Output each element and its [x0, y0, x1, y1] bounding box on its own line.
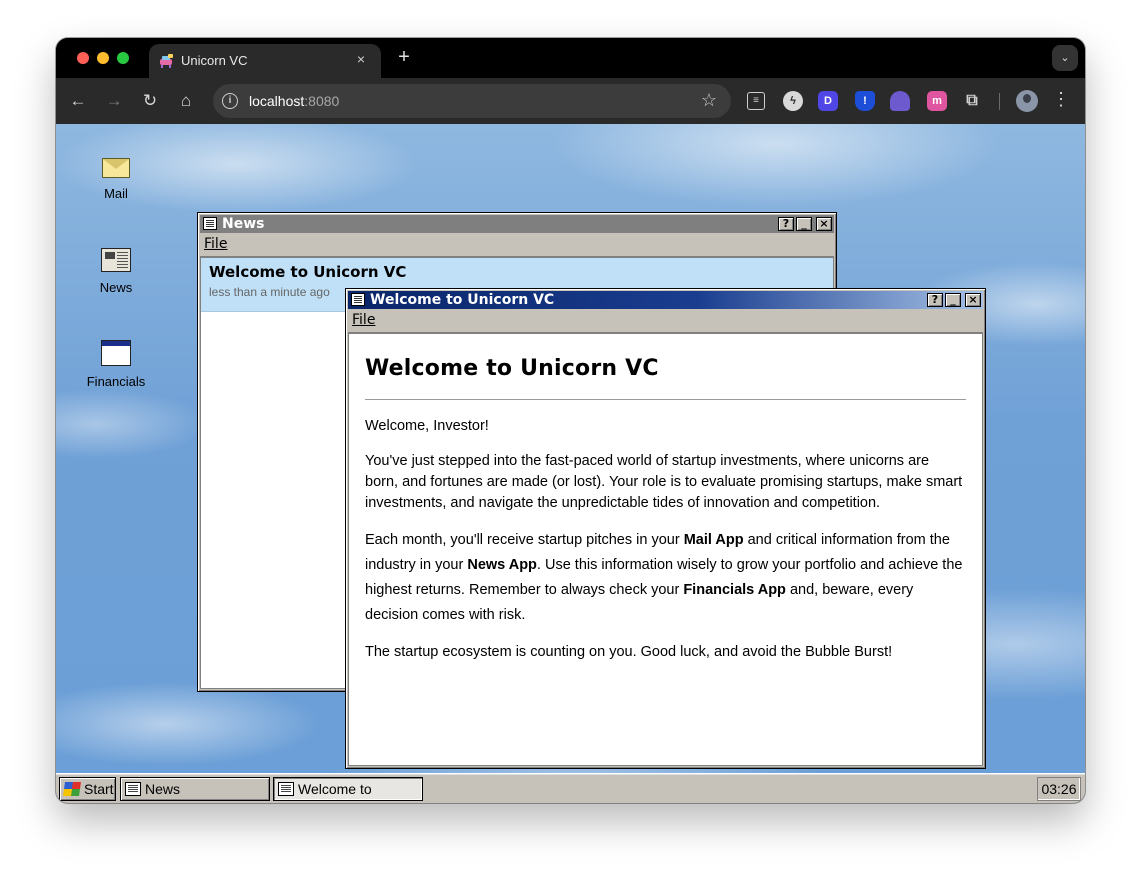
tab-title: Unicorn VC	[181, 53, 248, 68]
shield-extension-icon[interactable]: !	[855, 91, 875, 111]
minimize-button[interactable]: _	[945, 293, 961, 307]
news-app-mention: News App	[467, 557, 537, 573]
help-button[interactable]: ?	[778, 217, 794, 231]
desktop-icon-mail[interactable]: Mail	[76, 152, 156, 201]
toolbar-divider	[999, 93, 1000, 110]
reload-icon[interactable]: ↻	[139, 90, 161, 112]
desktop-icon-financials[interactable]: Financials	[76, 340, 156, 389]
article-body: Welcome to Unicorn VC Welcome, Investor!…	[348, 333, 983, 766]
menu-file-accel: F	[352, 312, 360, 328]
closing-paragraph: The startup ecosystem is counting on you…	[365, 644, 893, 660]
profile-avatar[interactable]	[1016, 90, 1038, 112]
taskbar-item-welcome[interactable]: Welcome to Unicor...	[273, 777, 423, 801]
close-window-button[interactable]	[77, 52, 89, 64]
newspaper-icon	[101, 248, 131, 272]
new-tab-button[interactable]: +	[392, 46, 416, 70]
document-icon	[351, 293, 365, 306]
news-item-title: Welcome to Unicorn VC	[209, 263, 407, 281]
welcome-window-titlebar[interactable]: Welcome to Unicorn VC ? _ ×	[348, 291, 983, 309]
browser-toolbar: ← → ↻ ⌂ i localhost:8080 ☆ ≡ ϟ D ! m ⧉ ⋮	[56, 78, 1085, 124]
menu-file-rest: ile	[359, 312, 376, 328]
tab-close-icon[interactable]: ×	[353, 51, 369, 69]
system-clock: 03:26	[1037, 777, 1081, 801]
desktop-icon-label: Mail	[104, 186, 128, 201]
extensions-puzzle-icon[interactable]: ⧉	[962, 91, 982, 111]
start-label: Start	[84, 781, 114, 797]
intro-paragraph: You've just stepped into the fast-paced …	[365, 453, 963, 511]
home-icon[interactable]: ⌂	[175, 90, 197, 112]
windows-logo-icon	[63, 782, 81, 796]
mail-app-mention: Mail App	[683, 532, 744, 548]
welcome-window: Welcome to Unicorn VC ? _ × File Welcome…	[345, 288, 986, 769]
window-title: Welcome to Unicorn VC	[370, 292, 555, 308]
d-extension-icon[interactable]: D	[818, 91, 838, 111]
close-button[interactable]: ×	[816, 217, 832, 231]
address-bar[interactable]: i localhost:8080 ☆	[213, 84, 731, 118]
taskbar-item-label: News	[145, 781, 181, 797]
start-button[interactable]: Start	[59, 777, 116, 801]
desktop-icon-label: Financials	[86, 374, 146, 389]
document-icon	[278, 782, 294, 796]
desktop: Mail News Financials News ? _ × File Wel…	[56, 124, 1085, 803]
url-port: :8080	[304, 93, 340, 109]
tab-bar: Unicorn VC × + ⌄	[56, 38, 1085, 78]
close-button[interactable]: ×	[965, 293, 981, 307]
minimize-window-button[interactable]	[97, 52, 109, 64]
desktop-icon-news[interactable]: News	[76, 248, 156, 295]
site-info-icon[interactable]: i	[222, 93, 238, 109]
browser-window: Unicorn VC × + ⌄ ← → ↻ ⌂ i localhost:808…	[56, 38, 1085, 803]
menu-file[interactable]: File	[204, 236, 227, 252]
news-app-icon	[203, 217, 217, 230]
tab-search-icon[interactable]: ⌄	[1052, 45, 1078, 71]
unicorn-favicon-icon	[160, 54, 173, 68]
greeting-text: Welcome, Investor!	[365, 418, 489, 434]
back-icon[interactable]: ←	[67, 90, 89, 112]
menu-bar: File	[200, 233, 834, 257]
menu-file[interactable]: File	[352, 312, 375, 328]
browser-menu-icon[interactable]: ⋮	[1052, 89, 1070, 110]
bolt-extension-icon[interactable]: ϟ	[783, 91, 803, 111]
financials-app-mention: Financials App	[683, 582, 786, 598]
taskbar: Start News Welcome to Unicor... 03:26	[56, 773, 1085, 803]
window-icon	[101, 340, 131, 366]
desktop-icon-label: News	[99, 280, 133, 295]
taskbar-item-label: Welcome to Unicor...	[298, 781, 372, 797]
help-button[interactable]: ?	[927, 293, 943, 307]
url-text[interactable]: localhost:8080	[249, 93, 339, 109]
forward-icon[interactable]: →	[103, 90, 125, 112]
url-host: localhost	[249, 93, 305, 109]
menu-file-rest: ile	[211, 236, 228, 252]
menu-file-accel: F	[204, 236, 212, 252]
zoom-window-button[interactable]	[117, 52, 129, 64]
text-span: Each month, you'll receive startup pitch…	[365, 532, 684, 548]
browser-tab[interactable]: Unicorn VC ×	[149, 44, 381, 78]
article-heading: Welcome to Unicorn VC	[365, 356, 966, 400]
news-app-icon	[125, 782, 141, 796]
ghost-extension-icon[interactable]	[890, 91, 910, 111]
taskbar-item-news[interactable]: News	[120, 777, 270, 801]
minimize-button[interactable]: _	[796, 217, 812, 231]
window-title: News	[222, 216, 265, 232]
news-window-titlebar[interactable]: News ? _ ×	[200, 215, 834, 233]
reader-mode-icon[interactable]: ≡	[747, 92, 765, 110]
instructions-paragraph: Each month, you'll receive startup pitch…	[365, 528, 966, 628]
envelope-icon	[102, 158, 130, 178]
menu-bar: File	[348, 309, 983, 333]
m-extension-icon[interactable]: m	[927, 91, 947, 111]
bookmark-star-icon[interactable]: ☆	[701, 90, 717, 111]
